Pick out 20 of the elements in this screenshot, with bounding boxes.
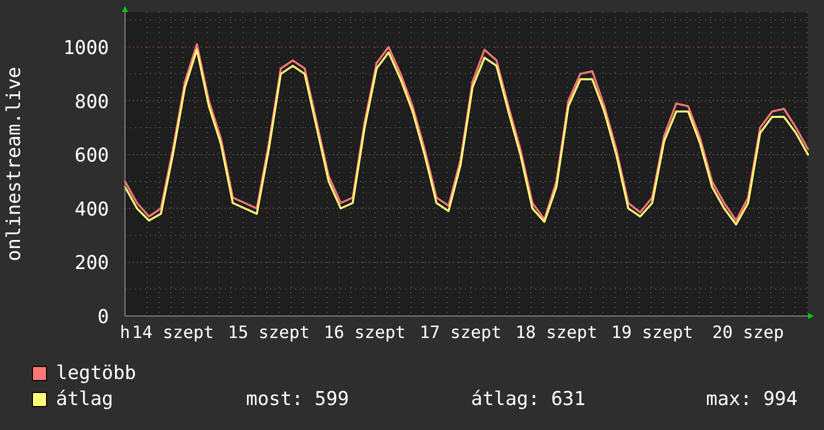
y-axis-title: onlinestream.live	[3, 66, 25, 262]
y-tick-label: 1000	[63, 36, 109, 59]
y-tick-label: 0	[98, 306, 109, 328]
x-tick-label: 16 szept	[324, 323, 406, 343]
x-tick-label: 17 szept	[420, 323, 502, 343]
x-tick-label: h	[120, 323, 130, 343]
y-tick-label: 400	[74, 198, 109, 220]
y-tick-label: 800	[74, 90, 109, 113]
x-tick-label: 14 szept	[132, 323, 214, 343]
legend-label: átlag	[56, 388, 114, 410]
legend-stat: átlag: 631	[471, 388, 586, 410]
legend-label: legtöbb	[56, 362, 138, 384]
x-tick-label: 20 szep	[712, 323, 784, 343]
legend-stat: most: 599	[246, 388, 350, 410]
x-tick-label: 19 szept	[611, 323, 694, 343]
legend-stat: max: 994	[706, 388, 798, 410]
y-tick-label: 600	[74, 144, 109, 167]
x-tick-label: 15 szept	[228, 323, 310, 343]
x-tick-label: 18 szept	[515, 323, 598, 343]
y-tick-label: 200	[74, 252, 109, 274]
